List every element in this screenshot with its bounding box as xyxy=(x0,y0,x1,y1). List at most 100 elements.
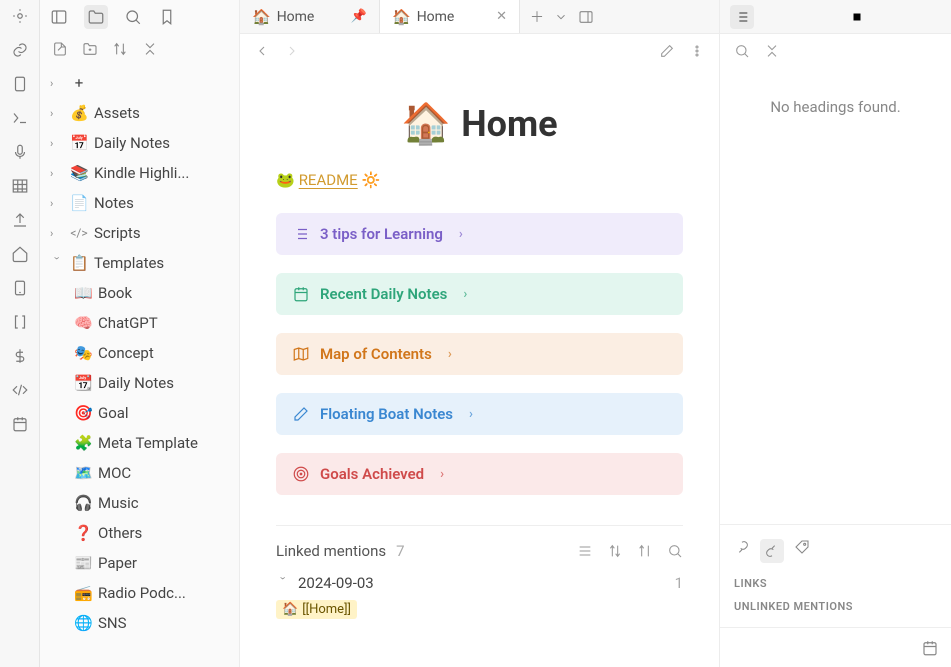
collapse-icon[interactable] xyxy=(764,43,780,59)
sidebar-tools xyxy=(40,34,239,64)
rail-code-icon[interactable] xyxy=(10,380,30,400)
links-section-label: LINKS xyxy=(734,577,937,590)
panel-right-icon[interactable] xyxy=(578,9,594,25)
tree-folder[interactable]: ›📅Daily Notes xyxy=(46,128,233,158)
search-icon[interactable] xyxy=(734,43,750,59)
left-icon-rail xyxy=(0,0,40,667)
tree-folder[interactable]: ›</>Scripts xyxy=(46,218,233,248)
tree-file[interactable]: 📰Paper xyxy=(46,548,233,578)
chevron-right-icon: › xyxy=(440,467,444,482)
mention-date-row[interactable]: › 2024-09-03 1 xyxy=(276,574,683,592)
window-close-icon[interactable] xyxy=(891,11,931,23)
tree-folder[interactable]: ›📄Notes xyxy=(46,188,233,218)
tab-home-pinned[interactable]: 🏠 Home 📌 xyxy=(240,0,380,33)
pin-icon[interactable]: 📌 xyxy=(351,9,367,24)
tab-home-active[interactable]: 🏠 Home ✕ xyxy=(380,0,520,33)
tab-bar-actions: ＋ xyxy=(520,0,604,33)
callout-daily[interactable]: Recent Daily Notes › xyxy=(276,273,683,315)
tree-folder[interactable]: ›📚Kindle Highli... xyxy=(46,158,233,188)
readme-link[interactable]: README xyxy=(299,171,358,189)
more-icon[interactable] xyxy=(689,43,705,59)
tree-file[interactable]: 🗺️MOC xyxy=(46,458,233,488)
pencil-icon xyxy=(292,405,310,423)
tab-label: Home xyxy=(417,9,455,25)
rail-table-icon[interactable] xyxy=(10,176,30,196)
window-minimize-icon[interactable] xyxy=(783,11,823,23)
readme-line: 🐸 README 🔆 xyxy=(276,171,683,189)
editor-toolbar xyxy=(240,34,719,68)
editor-content[interactable]: 🏠 Home 🐸 README 🔆 3 tips for Learning › … xyxy=(240,68,719,667)
rail-calendar-icon[interactable] xyxy=(10,414,30,434)
tree-file[interactable]: 🧠ChatGPT xyxy=(46,308,233,338)
new-note-icon[interactable] xyxy=(52,41,68,57)
chevron-right-icon: › xyxy=(469,407,473,422)
callout-float[interactable]: Floating Boat Notes › xyxy=(276,393,683,435)
linked-count: 7 xyxy=(396,542,404,560)
tree-file[interactable]: 🎯Goal xyxy=(46,398,233,428)
panel-left-icon[interactable] xyxy=(50,8,68,26)
tree-folder[interactable]: ›+ xyxy=(46,68,233,98)
new-tab-icon[interactable]: ＋ xyxy=(530,7,544,27)
bookmark-icon[interactable] xyxy=(158,8,176,26)
search-icon[interactable] xyxy=(124,8,142,26)
sort-icon[interactable] xyxy=(637,543,653,559)
page-title: 🏠 Home xyxy=(276,100,683,147)
file-tree: ›+ ›💰Assets ›📅Daily Notes ›📚Kindle Highl… xyxy=(40,64,239,667)
tree-file[interactable]: 🌐SNS xyxy=(46,608,233,638)
linked-heading: Linked mentions xyxy=(276,542,386,560)
rail-terminal-icon[interactable] xyxy=(10,108,30,128)
rail-dollar-icon[interactable] xyxy=(10,346,30,366)
mention-chip[interactable]: 🏠 [[Home]] xyxy=(276,600,357,619)
target-icon xyxy=(292,465,310,483)
tree-folder-templates[interactable]: ›📋Templates xyxy=(46,248,233,278)
rail-mic-icon[interactable] xyxy=(10,142,30,162)
sort-arrows-icon[interactable] xyxy=(607,543,623,559)
search-icon[interactable] xyxy=(667,543,683,559)
collapse-icon[interactable] xyxy=(142,41,158,57)
close-icon[interactable]: ✕ xyxy=(496,9,507,24)
nav-back-icon[interactable] xyxy=(254,43,270,59)
rail-tablet-icon[interactable] xyxy=(10,278,30,298)
map-icon xyxy=(292,345,310,363)
calendar-footer-icon[interactable] xyxy=(921,639,939,657)
tab-label: Home xyxy=(277,9,315,25)
unlinked-section-label: UNLINKED MENTIONS xyxy=(734,600,937,613)
callout-goals[interactable]: Goals Achieved › xyxy=(276,453,683,495)
file-sidebar: ›+ ›💰Assets ›📅Daily Notes ›📚Kindle Highl… xyxy=(40,0,240,667)
folder-icon[interactable] xyxy=(84,5,108,29)
backlinks-panel: LINKS UNLINKED MENTIONS xyxy=(720,524,951,627)
main-column: 🏠 Home 📌 🏠 Home ✕ ＋ 🏠 xyxy=(240,0,719,667)
list-view-icon[interactable] xyxy=(577,543,593,559)
sidebar-top-strip xyxy=(40,0,239,34)
tree-file[interactable]: 📻Radio Podc... xyxy=(46,578,233,608)
tree-file[interactable]: 🧩Meta Template xyxy=(46,428,233,458)
calendar-icon xyxy=(292,285,310,303)
chevron-right-icon: › xyxy=(459,227,463,242)
rail-upload-icon[interactable] xyxy=(10,210,30,230)
rail-icon-1[interactable] xyxy=(10,6,30,26)
rail-doc-icon[interactable] xyxy=(10,74,30,94)
tree-file[interactable]: 📖Book xyxy=(46,278,233,308)
callout-moc[interactable]: Map of Contents › xyxy=(276,333,683,375)
tree-file[interactable]: ❓Others xyxy=(46,518,233,548)
new-folder-icon[interactable] xyxy=(82,41,98,57)
callout-tips[interactable]: 3 tips for Learning › xyxy=(276,213,683,255)
window-maximize-icon[interactable] xyxy=(837,11,877,23)
tree-file[interactable]: 🎧Music xyxy=(46,488,233,518)
outline-toggle-icon[interactable] xyxy=(730,5,754,29)
sort-icon[interactable] xyxy=(112,41,128,57)
rail-bracket-icon[interactable] xyxy=(10,312,30,332)
tree-file[interactable]: 🎭Concept xyxy=(46,338,233,368)
tree-folder[interactable]: ›💰Assets xyxy=(46,98,233,128)
tree-file[interactable]: 📆Daily Notes xyxy=(46,368,233,398)
outgoing-link-icon[interactable] xyxy=(734,539,750,563)
rail-link-icon[interactable] xyxy=(10,40,30,60)
title-text: Home xyxy=(461,103,557,145)
tag-icon[interactable] xyxy=(794,539,810,563)
chevron-right-icon: › xyxy=(448,347,452,362)
tab-dropdown-icon[interactable] xyxy=(554,10,568,24)
edit-mode-icon[interactable] xyxy=(659,43,675,59)
backlink-icon[interactable] xyxy=(760,539,784,563)
rail-home-icon[interactable] xyxy=(10,244,30,264)
nav-forward-icon[interactable] xyxy=(284,43,300,59)
